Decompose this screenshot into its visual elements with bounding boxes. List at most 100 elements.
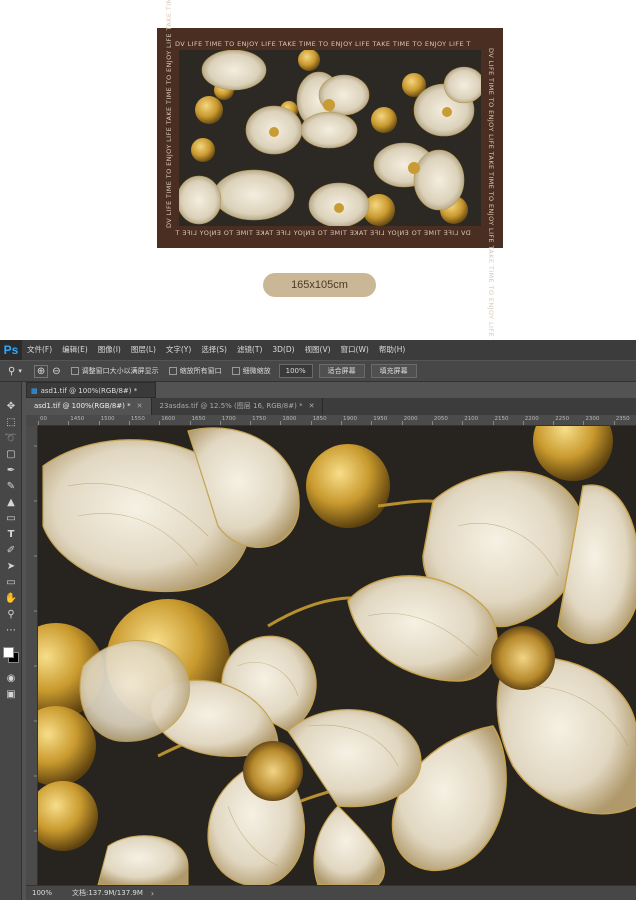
ruler-label: 1500	[100, 416, 115, 422]
ruler-tick	[159, 421, 161, 425]
resize-windows-label: 调整窗口大小以满屏显示	[81, 367, 159, 375]
chevron-right-icon[interactable]: ›	[151, 889, 154, 898]
ruler-label: 1850	[312, 416, 327, 422]
stamp-tool-icon[interactable]: ▲	[3, 496, 19, 510]
pen-tool-icon[interactable]: ✐	[3, 544, 19, 558]
zoom-out-icon[interactable]: ⊖	[52, 366, 60, 377]
status-doc-size: 文档:137.9M/137.9M	[72, 889, 143, 897]
shape-tool-icon[interactable]: ▭	[3, 576, 19, 590]
scrubby-zoom-checkbox[interactable]	[231, 367, 240, 375]
floating-doc-title-text: asd1.tif @ 100%(RGB/8#) *	[40, 387, 138, 395]
options-bar: ⚲ ▾ ⊕ ⊖ 调整窗口大小以满屏显示 缩放所有窗口 细微缩放 100% 适合屏…	[0, 360, 636, 382]
eraser-tool-icon[interactable]: ▭	[3, 512, 19, 526]
ruler-tick	[98, 421, 100, 425]
ruler-tick	[68, 421, 70, 425]
menu-file[interactable]: 文件(F)	[22, 340, 57, 360]
ruler-label: 1700	[221, 416, 236, 422]
ruler-tick	[583, 421, 585, 425]
product-preview: DV LIFE TIME TO ENJOY LIFE TAKE TIME TO …	[0, 0, 636, 344]
menu-image[interactable]: 图像(I)	[93, 340, 126, 360]
floral-artwork-zoomed	[38, 426, 636, 885]
ruler-label: 2150	[494, 416, 509, 422]
ruler-label: 1450	[70, 416, 85, 422]
foreground-color-swatch[interactable]	[3, 647, 14, 658]
ruler-label: 00	[40, 416, 47, 422]
ruler-origin[interactable]	[26, 415, 38, 426]
photoshop-logo: Ps	[0, 340, 22, 360]
ruler-tick	[219, 421, 221, 425]
menu-layer[interactable]: 图层(L)	[126, 340, 161, 360]
ruler-label: 1800	[282, 416, 297, 422]
zoom-tool-icon[interactable]: ⚲	[8, 366, 15, 377]
ruler-label: 1550	[130, 416, 145, 422]
ruler-tick	[522, 421, 524, 425]
ruler-tick	[341, 421, 342, 425]
path-select-tool-icon[interactable]: ➤	[3, 560, 19, 574]
rug-border-text-left: DV LIFE TIME TO ENJOY LIFE TAKE TIME TO …	[165, 0, 173, 228]
close-icon[interactable]: ✕	[137, 402, 143, 410]
menu-edit[interactable]: 编辑(E)	[57, 340, 93, 360]
scrubby-zoom-label: 细微缩放	[242, 367, 271, 375]
ruler-tick	[462, 421, 464, 425]
ruler-label: 1600	[161, 416, 176, 422]
tools-panel: ✥ ⬚ ➰ ▢ ✒ ✎ ▲ ▭ T ✐ ➤ ▭ ✋ ⚲ ⋯ ◉ ▣	[0, 382, 22, 900]
ps-file-icon: ▩	[31, 387, 38, 395]
ruler-label: 1650	[191, 416, 206, 422]
chevron-down-icon[interactable]: ▾	[18, 367, 22, 375]
ruler-tick	[401, 421, 403, 425]
status-bar: 100% 文档:137.9M/137.9M ›	[26, 885, 636, 900]
ruler-label: 1750	[252, 416, 267, 422]
close-icon[interactable]: ✕	[309, 402, 315, 410]
document-tabs: asd1.tif @ 100%(RGB/8#) * ✕ 23asdas.tif @…	[26, 398, 636, 415]
photoshop-window: Ps 文件(F) 编辑(E) 图像(I) 图层(L) 文字(Y) 选择(S) 滤…	[0, 340, 636, 900]
eyedropper-tool-icon[interactable]: ✒	[3, 464, 19, 478]
rug-border-text-right: DV LIFE TIME TO ENJOY LIFE TAKE TIME TO …	[487, 48, 495, 344]
zoom-value-field[interactable]: 100%	[278, 364, 313, 378]
menu-window[interactable]: 窗口(W)	[336, 340, 374, 360]
menu-type[interactable]: 文字(Y)	[161, 340, 196, 360]
more-tools-icon[interactable]: ⋯	[3, 624, 19, 638]
zoom-tool-icon[interactable]: ⚲	[3, 608, 19, 622]
document-canvas[interactable]	[38, 426, 636, 885]
tab-23asdas[interactable]: 23asdas.tif @ 12.5% (图层 16, RGB/8#) * ✕	[152, 398, 324, 415]
ruler-label: 2050	[433, 416, 448, 422]
ruler-tick	[553, 421, 555, 425]
tab-label: asd1.tif @ 100%(RGB/8#) *	[34, 402, 131, 410]
marquee-tool-icon[interactable]: ⬚	[3, 416, 19, 430]
menu-view[interactable]: 视图(V)	[300, 340, 336, 360]
floating-doc-title[interactable]: ▩ asd1.tif @ 100%(RGB/8#) *	[26, 382, 156, 398]
horizontal-ruler[interactable]: 00 1450 1500 1550 1600 1650 1700 1750 1800 1850 19…	[38, 415, 636, 426]
ruler-label: 2200	[524, 416, 539, 422]
ruler-label: 1950	[373, 416, 388, 422]
ruler-tick	[250, 421, 252, 425]
ruler-tick	[371, 421, 373, 425]
tab-asd1[interactable]: asd1.tif @ 100%(RGB/8#) * ✕	[26, 398, 152, 415]
move-tool-icon[interactable]: ✥	[3, 400, 19, 414]
hand-tool-icon[interactable]: ✋	[3, 592, 19, 606]
zoom-all-checkbox[interactable]	[168, 367, 177, 375]
status-zoom[interactable]: 100%	[26, 889, 66, 897]
fill-screen-button[interactable]: 填充屏幕	[370, 364, 417, 378]
lasso-tool-icon[interactable]: ➰	[3, 432, 19, 446]
quick-mask-icon[interactable]: ◉	[3, 672, 19, 686]
zoom-in-icon[interactable]: ⊕	[33, 364, 49, 378]
rug-preview-image: DV LIFE TIME TO ENJOY LIFE TAKE TIME TO …	[157, 0, 503, 344]
menu-filter[interactable]: 滤镜(T)	[232, 340, 267, 360]
resize-windows-checkbox[interactable]	[70, 367, 79, 375]
menu-select[interactable]: 选择(S)	[196, 340, 232, 360]
brush-tool-icon[interactable]: ✎	[3, 480, 19, 494]
ruler-label: 2100	[464, 416, 479, 422]
ruler-tick	[492, 421, 494, 425]
menu-help[interactable]: 帮助(H)	[374, 340, 411, 360]
fit-screen-button[interactable]: 适合屏幕	[318, 364, 365, 378]
type-tool-icon[interactable]: T	[3, 528, 19, 542]
ruler-tick	[189, 421, 191, 425]
screen-mode-icon[interactable]: ▣	[3, 688, 19, 702]
menu-3d[interactable]: 3D(D)	[267, 340, 299, 360]
zoom-all-label: 缩放所有窗口	[179, 367, 222, 375]
ruler-tick	[128, 421, 130, 425]
crop-tool-icon[interactable]: ▢	[3, 448, 19, 462]
ruler-label: 2350	[615, 416, 630, 422]
ruler-tick	[431, 421, 433, 425]
vertical-ruler[interactable]	[26, 426, 38, 885]
